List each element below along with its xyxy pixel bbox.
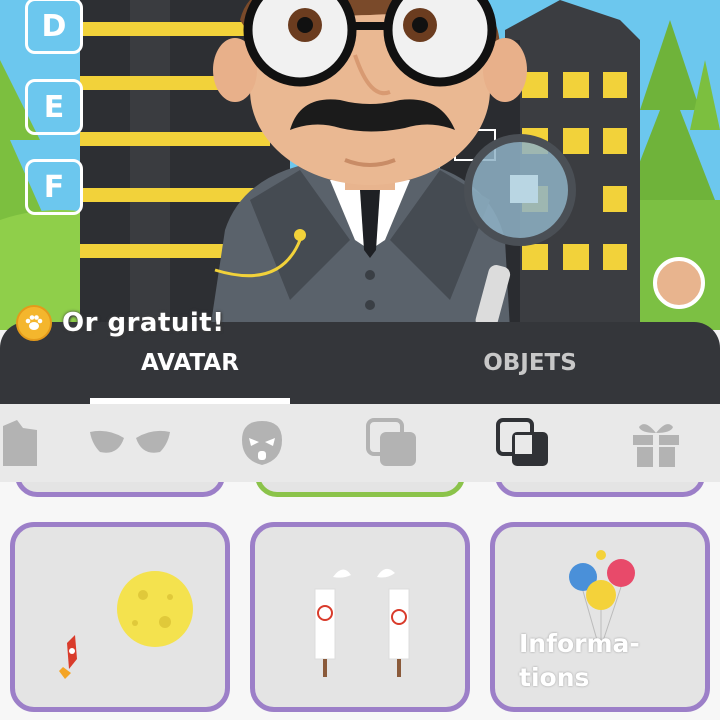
- item-card-partial[interactable]: [15, 482, 225, 497]
- category-bar: [0, 404, 720, 482]
- item-label-line-2: tions: [519, 663, 590, 692]
- protest-signs-icon: [314, 568, 410, 677]
- free-gold-button[interactable]: Or gratuit!: [16, 302, 225, 344]
- item-label: Informa- tions: [519, 627, 640, 695]
- shirt-icon[interactable]: [0, 404, 40, 482]
- items-grid: Informa- tions: [0, 482, 720, 720]
- mask-icon[interactable]: [230, 404, 294, 482]
- gift-icon[interactable]: [626, 404, 686, 482]
- item-card-moon-rocket[interactable]: [10, 522, 230, 712]
- item-card-partial-selected[interactable]: [255, 482, 465, 497]
- free-gold-label: Or gratuit!: [62, 308, 225, 338]
- item-card-protest-signs[interactable]: [250, 522, 470, 712]
- letter-button-f[interactable]: F: [25, 159, 83, 215]
- item-label-line-1: Informa-: [519, 629, 640, 658]
- layers-selected-icon[interactable]: [492, 404, 556, 482]
- item-card-informations[interactable]: Informa- tions: [490, 522, 710, 712]
- letter-button-e[interactable]: E: [25, 79, 83, 135]
- item-card-partial[interactable]: [495, 482, 705, 497]
- tab-objets[interactable]: OBJETS: [430, 322, 630, 404]
- avatar-illustration: [0, 0, 720, 330]
- moon-rocket-icon: [59, 571, 193, 679]
- avatar-preview: [0, 0, 720, 330]
- eyes-icon[interactable]: [80, 404, 180, 482]
- paw-coin-icon: [16, 305, 52, 341]
- letter-button-d[interactable]: D: [25, 0, 83, 54]
- layers-icon[interactable]: [360, 404, 424, 482]
- skin-color-swatch[interactable]: [653, 257, 705, 309]
